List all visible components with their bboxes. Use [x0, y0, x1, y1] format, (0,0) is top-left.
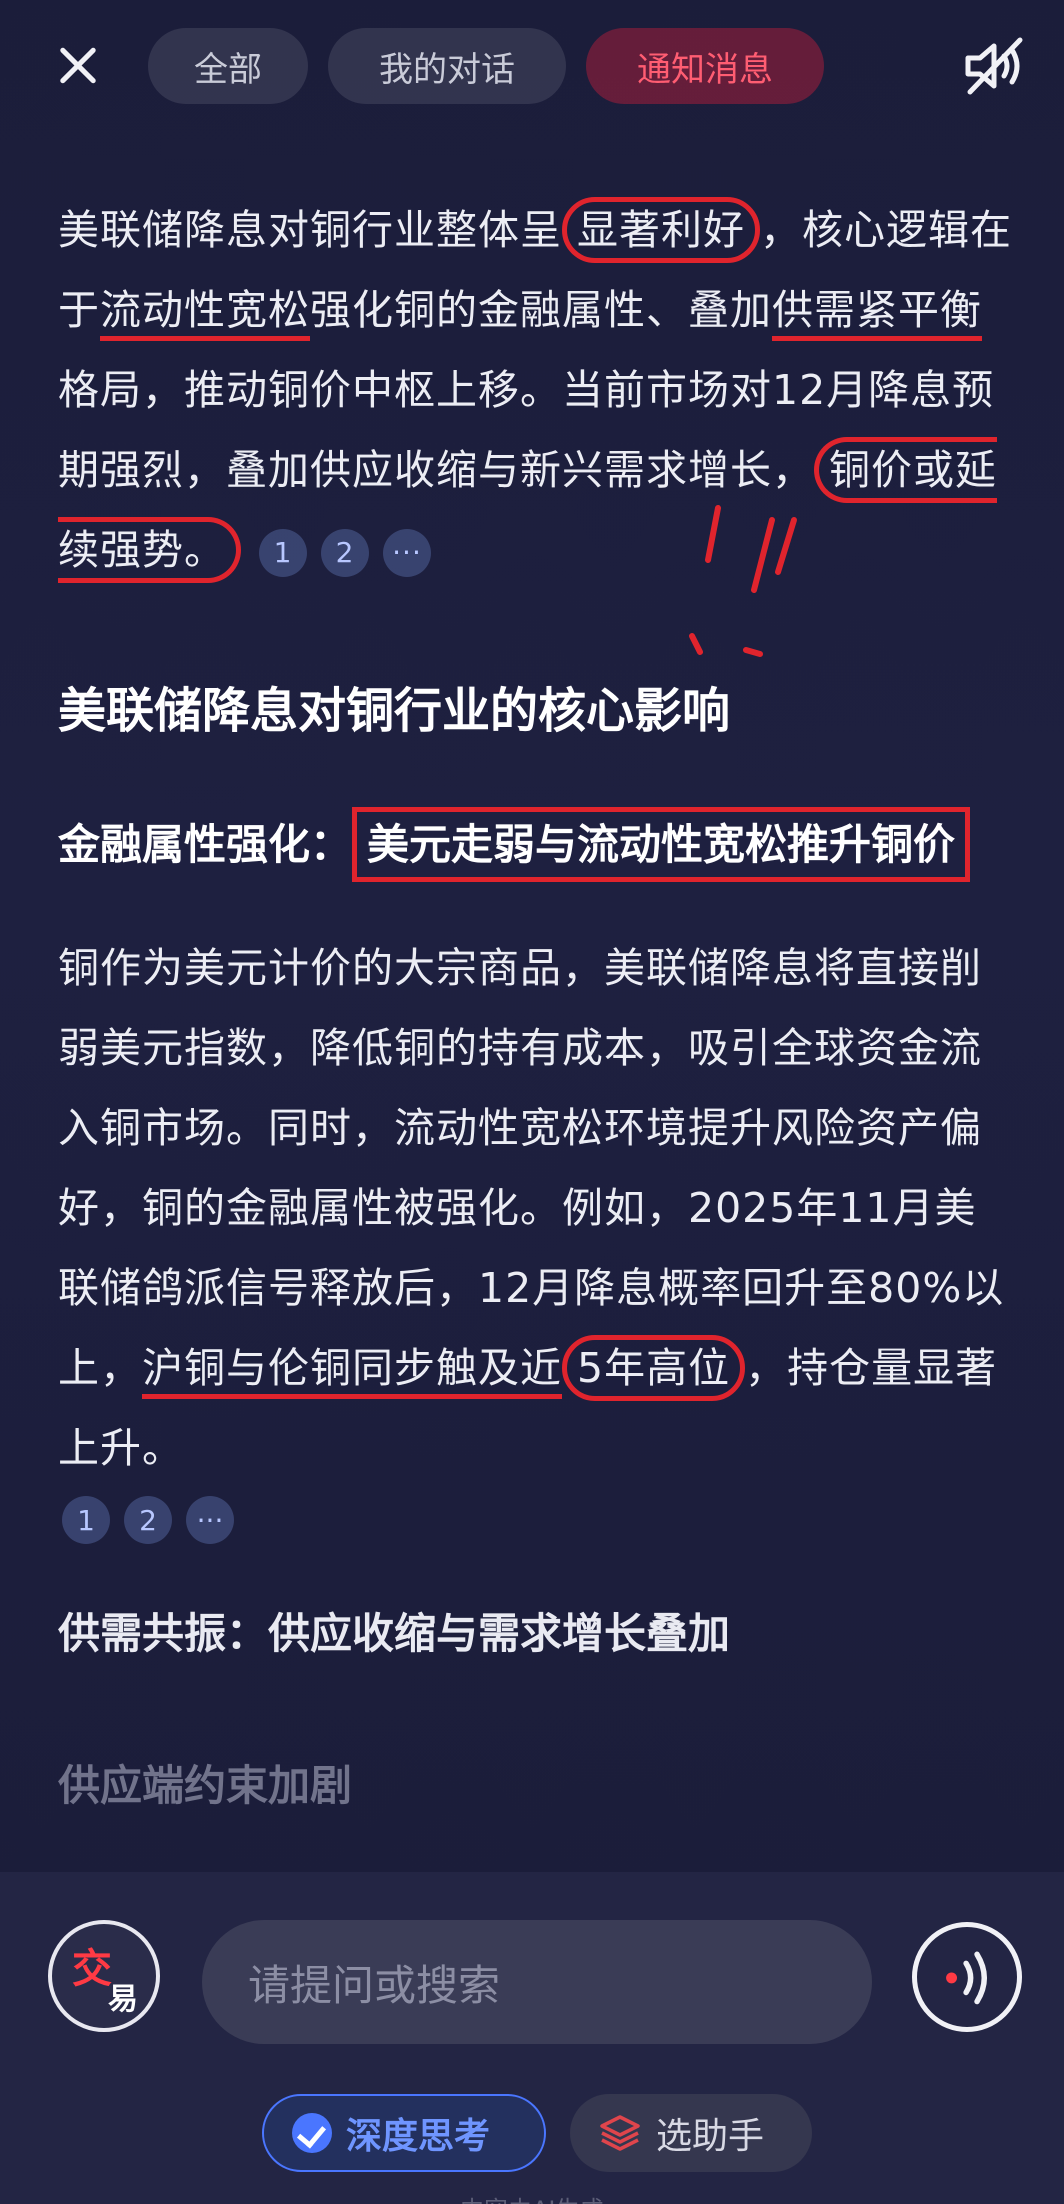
body-highlight-5yr: 5年高位	[562, 1335, 746, 1401]
intro-citations: 1 2 ···	[259, 529, 431, 577]
subheading-financial: 金融属性强化： 美元走弱与流动性宽松推升铜价	[58, 807, 1018, 882]
trade-logo[interactable]: 交 易	[48, 1920, 160, 2032]
ai-disclaimer: 内容由AI生成	[460, 2190, 604, 2204]
intro-text-3: 强化铜的金融属性、叠加	[310, 286, 772, 334]
citation-badge[interactable]: 2	[124, 1496, 172, 1544]
subheading-supply-demand: 供需共振：供应收缩与需求增长叠加	[58, 1609, 731, 1658]
body-text-1: 铜作为美元计价的大宗商品，美联储降息将直接削弱美元指数，降低铜的持有成本，吸引全…	[58, 944, 1005, 1392]
select-helper-button[interactable]: 选助手	[570, 2094, 812, 2172]
intro-paragraph: 美联储降息对铜行业整体呈 显著利好 ，核心逻辑在于流动性宽松强化铜的金融属性、叠加供…	[58, 190, 1018, 590]
select-helper-label: 选助手	[656, 2116, 765, 2157]
intro-text-1: 美联储降息对铜行业整体呈	[58, 206, 562, 254]
logo-text-top: 交	[72, 1946, 112, 1992]
section-heading: 美联储降息对铜行业的核心影响	[58, 683, 731, 739]
citation-more-badge[interactable]: ···	[383, 529, 431, 577]
citation-badge[interactable]: 2	[321, 529, 369, 577]
citation-badge[interactable]: 1	[259, 529, 307, 577]
tab-all[interactable]: 全部	[148, 28, 308, 104]
deep-think-button[interactable]: 深度思考	[262, 2094, 546, 2172]
body-underline-copper: 沪铜与伦铜同步触及近	[142, 1344, 562, 1399]
close-icon[interactable]	[48, 36, 108, 96]
search-placeholder: 请提问或搜索	[248, 1960, 501, 2010]
top-bar: 全部 我的对话 通知消息	[0, 0, 1064, 130]
subheading-financial-title: 美元走弱与流动性宽松推升铜价	[352, 807, 971, 882]
body-paragraph: 铜作为美元计价的大宗商品，美联储降息将直接削弱美元指数，降低铜的持有成本，吸引全…	[58, 928, 1018, 1488]
tab-notifications[interactable]: 通知消息	[586, 28, 824, 104]
check-icon	[292, 2113, 332, 2153]
answer-content: 美联储降息对铜行业整体呈 显著利好 ，核心逻辑在于流动性宽松强化铜的金融属性、叠加供…	[58, 190, 1018, 1816]
search-input[interactable]: 请提问或搜索	[202, 1920, 872, 2044]
logo-text-bottom: 易	[108, 1982, 138, 2017]
deep-think-label: 深度思考	[346, 2116, 491, 2157]
intro-underline-supply: 供需紧平衡	[772, 286, 982, 341]
bottom-input-bar: 交 易 请提问或搜索 深度思考 选助手 内容由AI生成	[0, 1872, 1064, 2204]
voice-icon[interactable]	[912, 1922, 1022, 2032]
body-citations: 1 2 ···	[62, 1496, 234, 1544]
layers-icon	[600, 2115, 640, 2151]
tab-all-label: 全部	[194, 49, 262, 90]
intro-highlight-significant: 显著利好	[562, 197, 760, 263]
tab-my-conversations[interactable]: 我的对话	[328, 28, 566, 104]
tab-my-conversations-label: 我的对话	[379, 49, 515, 90]
intro-underline-liquidity: 流动性宽松	[100, 286, 310, 341]
subheading-supply-constraint: 供应端约束加剧	[58, 1761, 353, 1810]
subheading-financial-label: 金融属性强化：	[58, 820, 353, 869]
citation-more-badge[interactable]: ···	[186, 1496, 234, 1544]
tab-notifications-label: 通知消息	[637, 49, 773, 90]
citation-badge[interactable]: 1	[62, 1496, 110, 1544]
mute-icon[interactable]	[960, 34, 1028, 98]
